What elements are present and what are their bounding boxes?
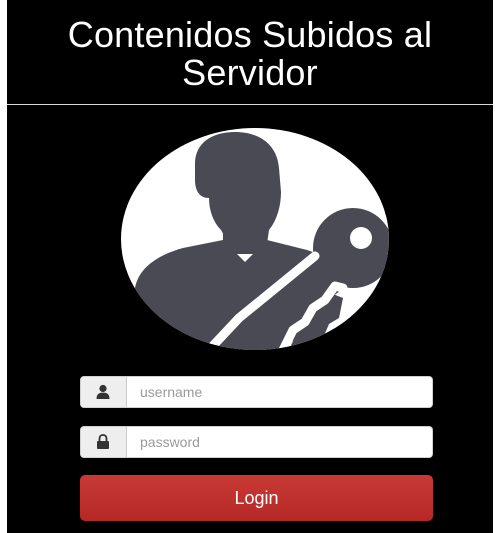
- password-group: [80, 426, 433, 458]
- login-button[interactable]: Login: [80, 475, 433, 521]
- user-key-icon: [131, 132, 389, 350]
- username-input[interactable]: [127, 377, 432, 407]
- username-addon: [81, 377, 127, 407]
- page-header: Contenidos Subidos al Servidor: [7, 0, 493, 104]
- header-divider: [7, 104, 493, 105]
- password-input[interactable]: [127, 427, 432, 457]
- user-icon: [96, 384, 110, 399]
- avatar: [121, 128, 389, 350]
- username-group: [80, 376, 433, 408]
- page-title: Contenidos Subidos al Servidor: [67, 14, 433, 93]
- password-addon: [81, 427, 127, 457]
- page-frame: Contenidos Subidos al Servidor username …: [7, 0, 493, 533]
- lock-icon: [97, 434, 109, 449]
